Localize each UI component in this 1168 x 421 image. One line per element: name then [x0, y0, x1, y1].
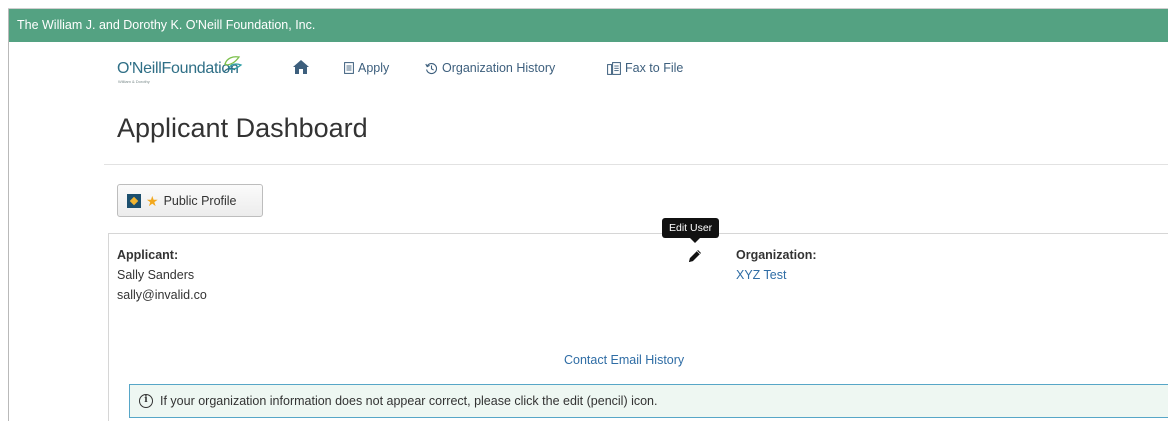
main-navigation: O'NeillFoundation William & Dorothy Appl… — [117, 50, 817, 90]
nav-fax-to-file-link[interactable]: Fax to File — [607, 61, 683, 75]
applicant-name: Sally Sanders — [117, 268, 195, 282]
profile-badge-icon — [127, 193, 141, 208]
fax-document-icon — [607, 61, 621, 75]
edit-user-tooltip: Edit User — [662, 218, 720, 238]
star-icon: ★ — [146, 192, 159, 209]
organization-name-link[interactable]: XYZ Test — [736, 268, 786, 282]
logo-leaf-icon — [223, 56, 243, 73]
title-divider — [104, 164, 1168, 165]
nav-history-label: Organization History — [442, 61, 556, 75]
foundation-title: The William J. and Dorothy K. O'Neill Fo… — [17, 18, 316, 32]
window-border-left — [8, 8, 9, 421]
contact-email-history-link[interactable]: Contact Email History — [564, 353, 684, 367]
page-title: Applicant Dashboard — [117, 113, 368, 143]
nav-organization-history-link[interactable]: Organization History — [425, 61, 555, 75]
pencil-icon[interactable] — [686, 247, 704, 265]
document-icon — [344, 62, 354, 74]
applicant-heading: Applicant: — [117, 248, 179, 262]
nav-apply-link[interactable]: Apply — [344, 61, 389, 75]
home-icon[interactable] — [292, 59, 310, 75]
nav-fax-label: Fax to File — [625, 61, 684, 75]
info-icon: i — [139, 394, 153, 408]
info-alert: i If your organization information does … — [129, 384, 1168, 418]
public-profile-label: Public Profile — [163, 193, 237, 208]
history-icon — [425, 62, 438, 74]
public-profile-button[interactable]: ★ Public Profile — [117, 184, 263, 217]
nav-apply-label: Apply — [358, 61, 390, 75]
logo-tagline: William & Dorothy — [118, 79, 150, 84]
foundation-title-bar: The William J. and Dorothy K. O'Neill Fo… — [9, 9, 1168, 42]
foundation-logo[interactable]: O'NeillFoundation William & Dorothy — [117, 54, 257, 88]
alert-text: If your organization information does no… — [160, 394, 658, 408]
applicant-email: sally@invalid.co — [117, 288, 207, 302]
organization-heading: Organization: — [736, 248, 817, 262]
tooltip-arrow — [690, 238, 700, 243]
